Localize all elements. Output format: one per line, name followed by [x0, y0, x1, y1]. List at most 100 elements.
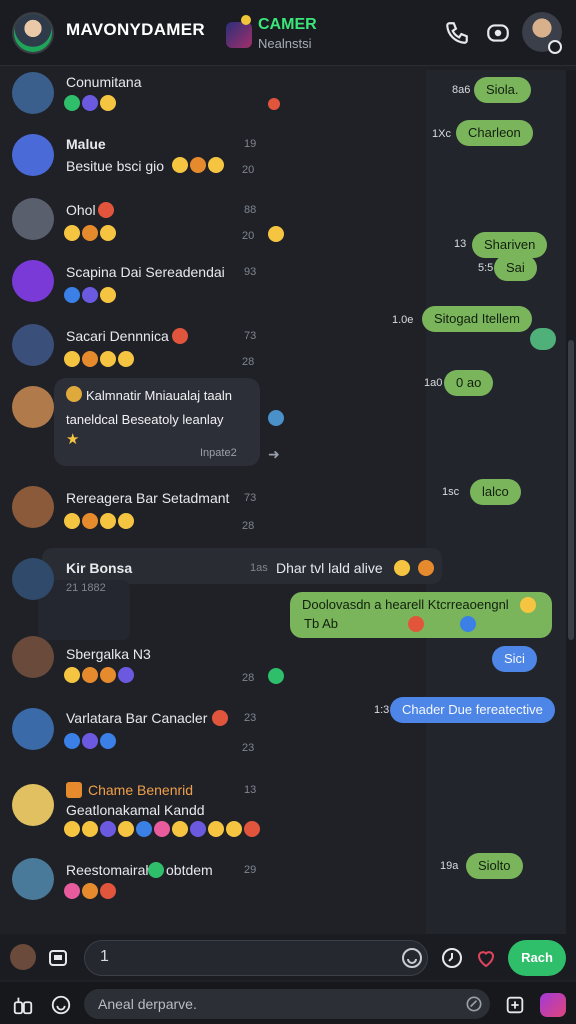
- chat-avatar[interactable]: [12, 636, 54, 678]
- chat-meta: 28: [242, 520, 255, 532]
- chat-avatar[interactable]: [12, 486, 54, 528]
- message-bubble[interactable]: Chader Due fereatective: [390, 697, 555, 723]
- message-time: 1sc: [442, 486, 460, 498]
- smiley-icon[interactable]: [50, 994, 72, 1016]
- sticker-icon[interactable]: [46, 946, 70, 970]
- chat-meta: 23: [242, 742, 255, 754]
- attach-icon[interactable]: [464, 994, 484, 1014]
- badge-icon: [66, 782, 82, 798]
- chat-name[interactable]: Conumitana: [66, 74, 142, 90]
- chat-reactions: [64, 820, 262, 838]
- chat-name[interactable]: Ohol: [66, 202, 96, 218]
- chat-name[interactable]: Kir Bonsa: [66, 560, 132, 576]
- chat-avatar[interactable]: [12, 858, 54, 900]
- chat-name[interactable]: Chame Benenrid: [88, 782, 193, 798]
- preview-line-2: taneldcal Beseatoly leanlay: [66, 412, 224, 427]
- message-bubble[interactable]: lalco: [470, 479, 521, 505]
- chat-preview: Dhar tvl lald alive: [276, 560, 383, 576]
- chat-time: 88: [244, 204, 257, 216]
- reaction-icon: [394, 560, 410, 576]
- status-dot-icon: [241, 15, 251, 25]
- reaction-icon: [418, 560, 434, 576]
- chat-meta: 20: [242, 164, 255, 176]
- message-time: 19a: [440, 860, 459, 872]
- chat-avatar[interactable]: [12, 386, 54, 428]
- chat-avatar[interactable]: [12, 198, 54, 240]
- status-icon: [98, 202, 114, 218]
- message-input-value[interactable]: 1: [100, 948, 109, 966]
- chat-reactions: [172, 156, 226, 174]
- chat-name[interactable]: Scapina Dai Sereadendai: [66, 264, 225, 280]
- reaction-icon: [460, 616, 476, 632]
- scrollbar-thumb[interactable]: [568, 340, 574, 640]
- status-icon: [148, 862, 164, 878]
- chat-avatar[interactable]: [12, 134, 54, 176]
- message-bubble[interactable]: Siolto: [466, 853, 523, 879]
- message-bubble[interactable]: Sai: [494, 255, 537, 281]
- message-line-2: Tb Ab: [304, 616, 338, 631]
- send-button[interactable]: Rach: [508, 940, 566, 976]
- chat-name[interactable]: Rereagera Bar Setadmant: [66, 490, 229, 506]
- chat-time: 13: [244, 784, 257, 796]
- chat-avatar[interactable]: [12, 72, 54, 114]
- message-bubble[interactable]: 0 ao: [444, 370, 494, 396]
- chat-reactions: [64, 666, 136, 684]
- chat-reactions: [64, 224, 118, 242]
- chat-name[interactable]: Varlatara Bar Canacler: [66, 710, 207, 726]
- chat-time: 73: [244, 330, 257, 342]
- chat-preview: obtdem: [166, 862, 213, 878]
- star-icon[interactable]: ★: [66, 430, 79, 448]
- chat-name[interactable]: Sbergalka N3: [66, 646, 151, 662]
- chat-reactions: [64, 882, 118, 900]
- chat-avatar[interactable]: [12, 558, 54, 600]
- chat-avatar[interactable]: [12, 708, 54, 750]
- clock-icon[interactable]: [440, 946, 464, 970]
- share-icon[interactable]: [504, 994, 526, 1016]
- group-status: Nealnstsi: [258, 36, 312, 51]
- message-input[interactable]: [84, 940, 428, 976]
- chat-preview: Besitue bsci gio: [66, 158, 165, 174]
- message-bubble[interactable]: Charleon: [456, 120, 533, 146]
- online-badge-icon: [548, 40, 562, 54]
- composer-avatar[interactable]: [10, 944, 36, 970]
- app-title: MAVONYDAMER: [66, 20, 205, 39]
- camera-icon[interactable]: [540, 993, 566, 1017]
- chat-name[interactable]: Reestomairah: [66, 862, 153, 878]
- chat-preview: Geatlonakamal Kandd: [66, 802, 205, 818]
- reaction-icon: [520, 597, 536, 613]
- message-bubble[interactable]: Sitogad Itellem: [422, 306, 532, 332]
- chat-avatar[interactable]: [12, 260, 54, 302]
- reaction-icon: [408, 616, 424, 632]
- emoji-icon[interactable]: [400, 946, 424, 970]
- globe-icon[interactable]: [268, 410, 284, 426]
- badge-icon: [66, 386, 82, 402]
- app-header: MAVONYDAMER CAMER Nealnstsi: [0, 0, 576, 66]
- chat-name[interactable]: Malue: [66, 136, 106, 152]
- group-icon[interactable]: [226, 22, 252, 48]
- video-call-icon[interactable]: [485, 20, 511, 46]
- chat-reactions: [64, 286, 118, 304]
- chat-name[interactable]: Sacari Dennnica: [66, 328, 169, 344]
- apps-icon[interactable]: [12, 994, 34, 1016]
- message-bubble[interactable]: Sici: [492, 646, 537, 672]
- message-bubble[interactable]: Siola.: [474, 77, 531, 103]
- forward-icon[interactable]: ➜: [268, 446, 280, 463]
- chat-meta: 28: [242, 356, 255, 368]
- chat-avatar[interactable]: [12, 784, 54, 826]
- unread-icon: [268, 226, 284, 242]
- chat-meta: 21 1882: [66, 582, 106, 594]
- status-icon: [172, 328, 188, 344]
- reaction-chip[interactable]: [530, 328, 556, 350]
- message-time: 1Xc: [432, 128, 451, 140]
- phone-icon[interactable]: [444, 20, 470, 46]
- message-line-1: Doolovasdn a hearell Ktcrreaoengnl: [302, 597, 509, 612]
- chat-avatar[interactable]: [12, 324, 54, 366]
- message-time: 1:3: [374, 704, 390, 716]
- reaction-icon: [268, 98, 280, 110]
- heart-icon[interactable]: [474, 946, 498, 970]
- user-avatar[interactable]: [12, 12, 54, 54]
- reaction-icon: [268, 668, 284, 684]
- preview-line-1: Kalmnatir Mniaualaj taaln: [86, 388, 232, 403]
- chat-reactions: [64, 350, 136, 368]
- group-name[interactable]: CAMER: [258, 16, 317, 34]
